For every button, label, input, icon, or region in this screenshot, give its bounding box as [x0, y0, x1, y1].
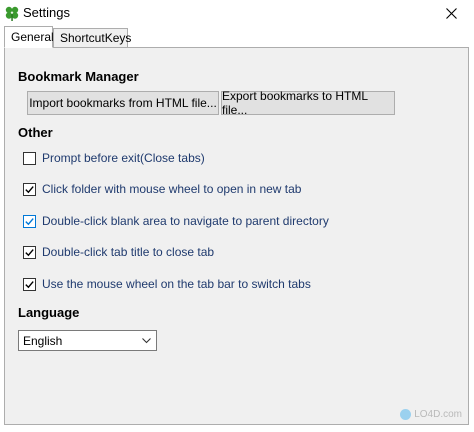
tab-general[interactable]: General [4, 26, 54, 48]
option-label: Use the mouse wheel on the tab bar to sw… [42, 277, 311, 291]
option-mouse-wheel-tab-bar[interactable]: Use the mouse wheel on the tab bar to sw… [23, 275, 311, 293]
checkbox-checked[interactable] [23, 277, 36, 291]
checkmark-icon [25, 185, 34, 193]
checkmark-icon [25, 217, 34, 225]
option-double-click-blank[interactable]: Double-click blank area to navigate to p… [23, 212, 329, 230]
import-bookmarks-button[interactable]: Import bookmarks from HTML file... [27, 91, 219, 115]
clover-icon [5, 6, 19, 21]
option-label: Click folder with mouse wheel to open in… [42, 182, 302, 196]
watermark: LO4D.com [400, 409, 462, 420]
checkbox-checked[interactable] [23, 182, 36, 196]
checkbox-unchecked[interactable] [23, 151, 36, 165]
tab-general-label: General [11, 30, 54, 44]
option-prompt-before-exit[interactable]: Prompt before exit(Close tabs) [23, 149, 205, 167]
globe-icon [400, 409, 412, 420]
checkbox-checked[interactable] [23, 245, 36, 259]
language-section-title: Language [18, 305, 80, 320]
title-bar: Settings [0, 0, 474, 26]
option-label: Prompt before exit(Close tabs) [42, 151, 205, 165]
checkmark-icon [25, 248, 34, 256]
language-dropdown[interactable]: English [18, 330, 157, 351]
option-label: Double-click tab title to close tab [42, 245, 215, 259]
export-bookmarks-button[interactable]: Export bookmarks to HTML file... [221, 89, 395, 117]
other-section-title: Other [18, 125, 53, 140]
option-label: Double-click blank area to navigate to p… [42, 214, 329, 228]
tab-shortcutkeys-label: ShortcutKeys [60, 31, 132, 45]
language-selected-value: English [23, 333, 63, 348]
checkbox-checked[interactable] [23, 214, 36, 228]
watermark-text: LO4D.com [414, 409, 462, 420]
chevron-down-icon [142, 338, 151, 344]
close-button[interactable] [428, 0, 474, 26]
tab-shortcutkeys[interactable]: ShortcutKeys [53, 28, 132, 48]
bookmark-manager-title: Bookmark Manager [18, 69, 139, 84]
option-click-folder-wheel[interactable]: Click folder with mouse wheel to open in… [23, 180, 301, 198]
general-panel: Bookmark Manager Import bookmarks from H… [4, 47, 469, 425]
window-title: Settings [23, 5, 70, 20]
close-icon [445, 7, 457, 19]
checkmark-icon [25, 280, 34, 288]
option-double-click-tab-title[interactable]: Double-click tab title to close tab [23, 243, 214, 261]
tab-bar: General ShortcutKeys [0, 26, 474, 48]
